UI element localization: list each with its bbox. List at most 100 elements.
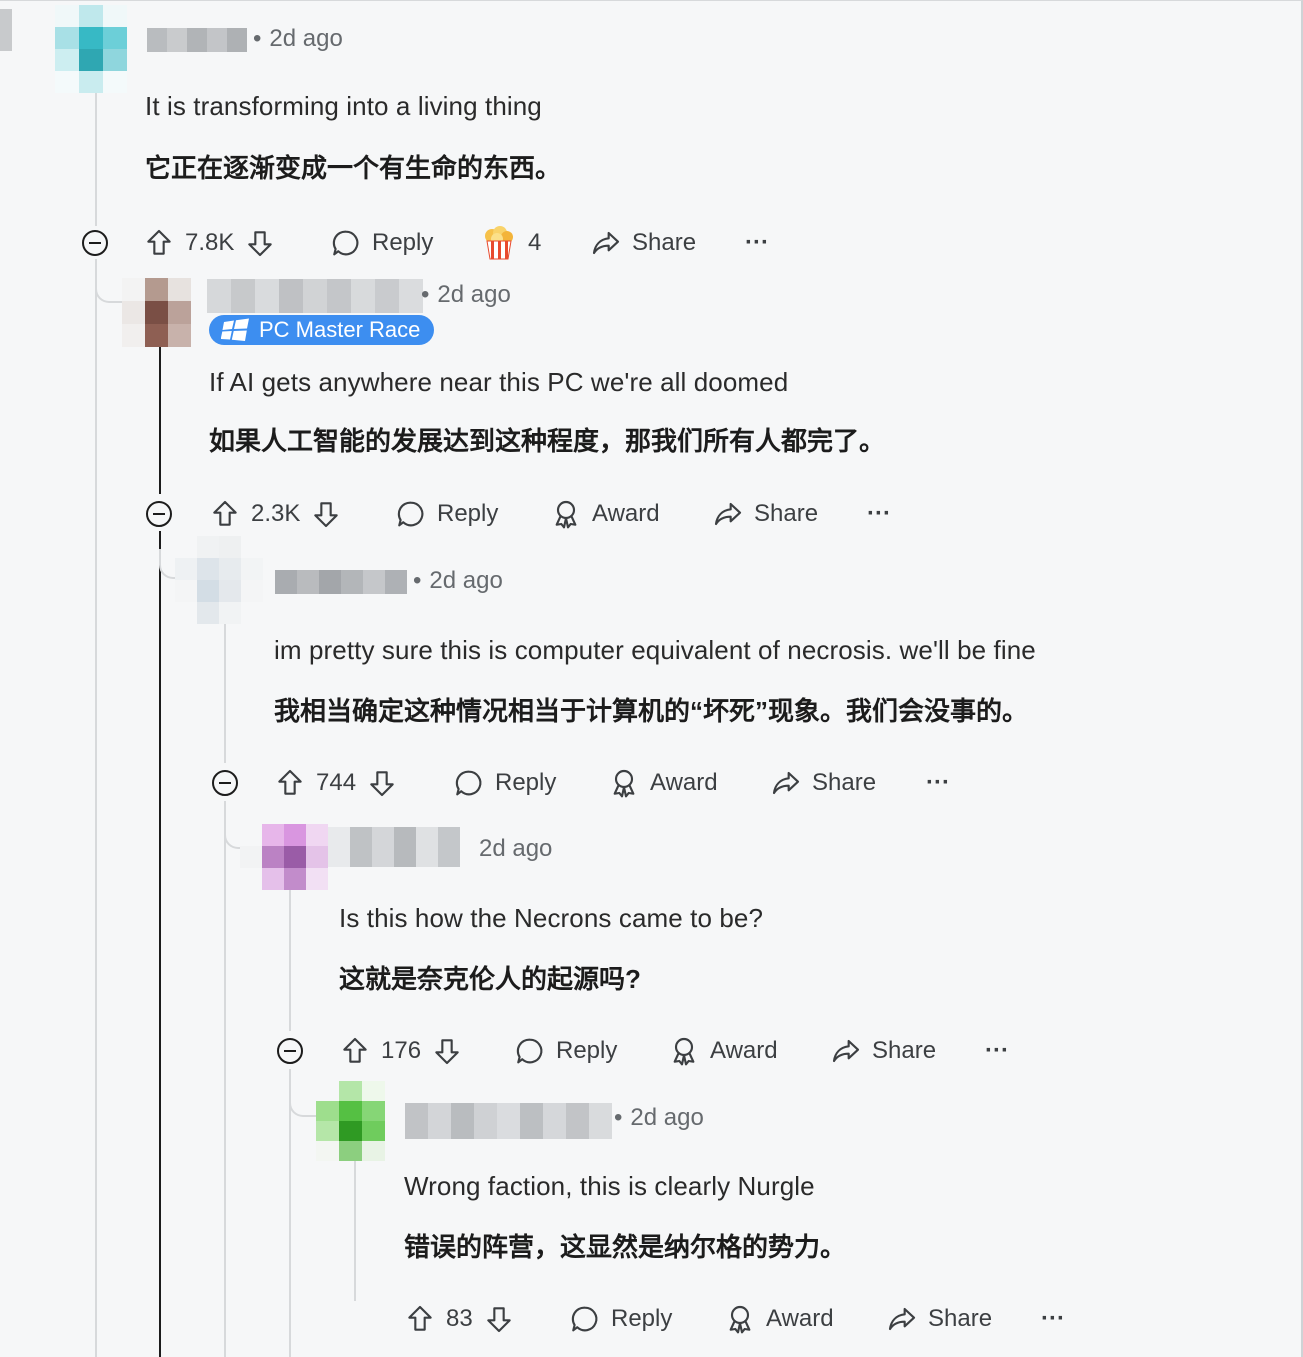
- comment-meta: • 2d ago: [614, 1104, 704, 1131]
- avatar[interactable]: [175, 536, 263, 624]
- comment-translation: 这就是奈克伦人的起源吗?: [339, 964, 641, 994]
- more-icon: ···: [867, 500, 891, 527]
- comment-thread: • 2d ago It is transforming into a living…: [0, 0, 1303, 1357]
- share-icon: [770, 767, 802, 799]
- share-label: Share: [812, 769, 877, 796]
- share-button[interactable]: Share: [830, 1031, 936, 1071]
- share-icon: [830, 1035, 862, 1067]
- username-redacted[interactable]: [405, 1103, 612, 1139]
- reply-button[interactable]: Reply: [330, 223, 433, 263]
- timestamp[interactable]: 2d ago: [269, 25, 342, 52]
- share-label: Share: [928, 1305, 993, 1332]
- username-redacted[interactable]: [328, 827, 460, 867]
- award-label: Award: [766, 1305, 834, 1332]
- avatar[interactable]: [55, 5, 127, 93]
- vote-count: 7.8K: [185, 229, 235, 256]
- username-redacted[interactable]: [207, 279, 423, 313]
- timestamp[interactable]: 2d ago: [479, 835, 552, 862]
- thread-line[interactable]: [159, 531, 161, 1357]
- downvote-icon[interactable]: [483, 1303, 515, 1335]
- upvote-icon[interactable]: [404, 1303, 436, 1335]
- thread-line[interactable]: [159, 346, 161, 494]
- reply-label: Reply: [611, 1305, 673, 1332]
- more-options-button[interactable]: ···: [867, 494, 891, 534]
- username-redacted[interactable]: [275, 570, 407, 594]
- vote-count: 744: [316, 769, 357, 796]
- collapse-thread-button[interactable]: [212, 770, 238, 796]
- award-button[interactable]: 4: [480, 223, 541, 263]
- comment-actions: 83 Reply Award Share ···: [0, 1299, 1150, 1339]
- vote-group: 2.3K: [209, 494, 342, 534]
- more-options-button[interactable]: ···: [926, 763, 950, 803]
- downvote-icon[interactable]: [244, 227, 276, 259]
- comment-actions: 2.3K Reply Award Share ···: [0, 494, 1000, 534]
- reply-button[interactable]: Reply: [453, 763, 556, 803]
- comment-body: im pretty sure this is computer equivale…: [274, 635, 1036, 665]
- comment-translation: 它正在逐渐变成一个有生命的东西。: [145, 153, 562, 183]
- comment-actions: 7.8K Reply 4 Share ···: [0, 223, 900, 263]
- thread-line[interactable]: [224, 801, 226, 1357]
- more-icon: ···: [745, 229, 769, 256]
- award-button[interactable]: Award: [608, 763, 718, 803]
- vote-group: 176: [339, 1031, 463, 1071]
- share-icon: [590, 227, 622, 259]
- collapse-thread-button[interactable]: [146, 501, 172, 527]
- share-label: Share: [872, 1037, 937, 1064]
- thread-line[interactable]: [354, 1161, 356, 1301]
- reply-button[interactable]: Reply: [569, 1299, 672, 1339]
- thread-line[interactable]: [289, 889, 291, 1031]
- award-button[interactable]: Award: [668, 1031, 778, 1071]
- award-button[interactable]: Award: [724, 1299, 834, 1339]
- upvote-icon[interactable]: [274, 767, 306, 799]
- user-flair[interactable]: PC Master Race: [209, 315, 435, 345]
- popcorn-award-icon: [480, 224, 518, 262]
- comment-body: It is transforming into a living thing: [145, 91, 542, 121]
- timestamp[interactable]: 2d ago: [437, 281, 510, 308]
- reply-button[interactable]: Reply: [514, 1031, 617, 1071]
- comment-body: Is this how the Necrons came to be?: [339, 903, 764, 933]
- share-button[interactable]: Share: [770, 763, 876, 803]
- reply-label: Reply: [556, 1037, 618, 1064]
- comment-actions: 744 Reply Award Share ···: [0, 763, 1000, 803]
- avatar[interactable]: [122, 278, 191, 347]
- timestamp[interactable]: 2d ago: [630, 1104, 703, 1131]
- vote-group: 744: [274, 763, 398, 803]
- award-count: 4: [528, 229, 542, 256]
- downvote-icon[interactable]: [366, 767, 398, 799]
- upvote-icon[interactable]: [339, 1035, 371, 1067]
- thread-line[interactable]: [95, 259, 97, 1357]
- more-options-button[interactable]: ···: [985, 1031, 1009, 1071]
- award-icon: [724, 1303, 756, 1335]
- comment-bubble-icon: [514, 1035, 546, 1067]
- share-button[interactable]: Share: [886, 1299, 992, 1339]
- timestamp[interactable]: 2d ago: [429, 567, 502, 594]
- award-icon: [550, 498, 582, 530]
- share-button[interactable]: Share: [590, 223, 696, 263]
- username-redacted[interactable]: [147, 28, 247, 52]
- comment-bubble-icon: [453, 767, 485, 799]
- more-icon: ···: [985, 1037, 1009, 1064]
- vote-count: 2.3K: [251, 500, 301, 527]
- collapse-thread-button[interactable]: [277, 1038, 303, 1064]
- more-options-button[interactable]: ···: [1041, 1299, 1065, 1339]
- more-options-button[interactable]: ···: [745, 223, 769, 263]
- scroll-edge: [0, 9, 12, 51]
- vote-count: 83: [446, 1305, 473, 1332]
- award-button[interactable]: Award: [550, 494, 660, 534]
- upvote-icon[interactable]: [209, 498, 241, 530]
- downvote-icon[interactable]: [310, 498, 342, 530]
- share-label: Share: [632, 229, 697, 256]
- comment-bubble-icon: [569, 1303, 601, 1335]
- share-label: Share: [754, 500, 819, 527]
- award-icon: [608, 767, 640, 799]
- comment-translation: 如果人工智能的发展达到这种程度，那我们所有人都完了。: [209, 426, 886, 456]
- avatar[interactable]: [316, 1081, 385, 1161]
- vote-group: 7.8K: [143, 223, 276, 263]
- upvote-icon[interactable]: [143, 227, 175, 259]
- reply-button[interactable]: Reply: [395, 494, 498, 534]
- thread-line[interactable]: [224, 623, 226, 763]
- share-button[interactable]: Share: [712, 494, 818, 534]
- collapse-thread-button[interactable]: [82, 230, 108, 256]
- downvote-icon[interactable]: [431, 1035, 463, 1067]
- avatar[interactable]: [240, 824, 328, 890]
